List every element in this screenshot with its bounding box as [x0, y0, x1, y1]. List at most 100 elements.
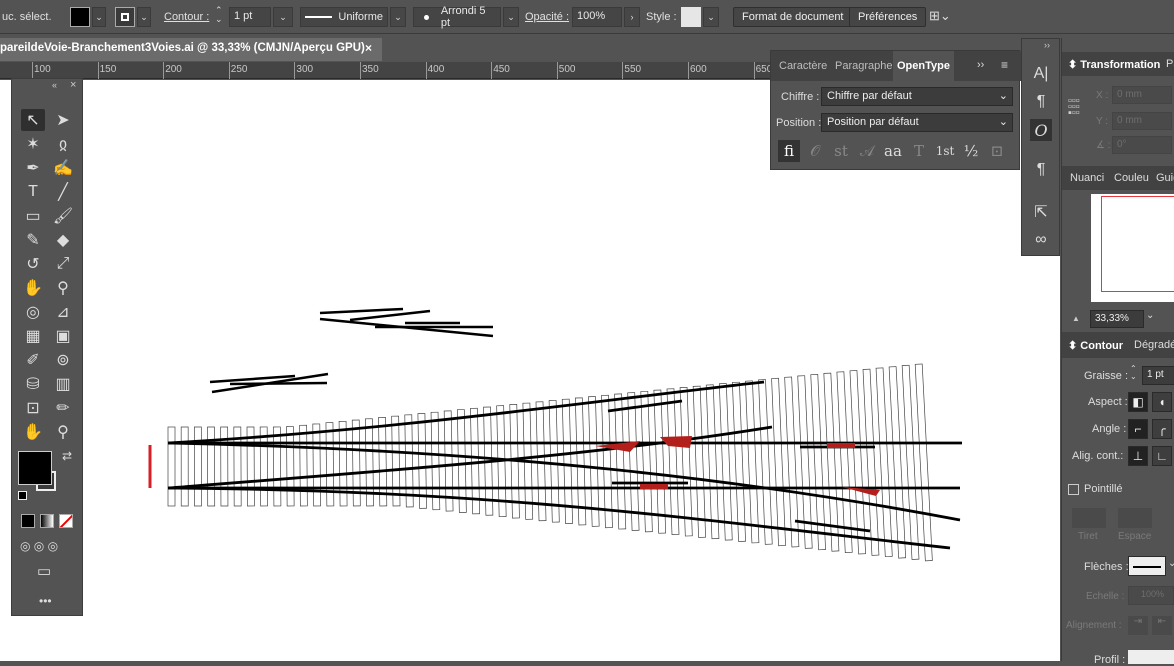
titling-glyph[interactable]: T [908, 140, 930, 162]
opacity-arrow[interactable]: › [624, 7, 640, 27]
export-icon[interactable]: ⇱ [1030, 201, 1052, 223]
stroke-weight-stepper[interactable]: ⌃ ⌄ [215, 6, 223, 24]
collapse-icon[interactable]: « [52, 80, 57, 90]
hand-tool-icon[interactable]: ✋ [21, 421, 45, 443]
color-mode-icon[interactable] [21, 514, 35, 528]
zoom-dropdown-icon[interactable]: ⌄ [1146, 310, 1154, 321]
gradient-mode-icon[interactable] [40, 514, 54, 528]
selection-tool-icon[interactable]: ↖ [21, 109, 45, 131]
style-dropdown[interactable]: ⌄ [703, 7, 719, 27]
ligature-glyph[interactable]: fi [778, 140, 800, 162]
blend-tool-icon[interactable]: ⊚ [51, 349, 75, 371]
x-field[interactable]: 0 mm [1112, 86, 1172, 104]
tab-opentype[interactable]: OpenType [893, 51, 954, 81]
symbol-sprayer-icon[interactable]: ⛁ [21, 373, 45, 395]
ordinal-glyph[interactable]: 1st [934, 140, 956, 162]
pen-tool-icon[interactable]: ✒ [21, 157, 45, 179]
stroke-weight-field[interactable]: 1 pt [229, 7, 271, 27]
links-icon[interactable]: ∞ [1030, 229, 1052, 251]
arrowhead-dropdown-icon[interactable]: ⌄ [1168, 558, 1174, 569]
position-select[interactable]: Position par défaut ⌄ [821, 113, 1013, 132]
chiffre-select[interactable]: Chiffre par défaut ⌄ [821, 87, 1013, 106]
close-tab-icon[interactable]: × [365, 41, 372, 55]
eraser-tool-icon[interactable]: ◆ [51, 229, 75, 251]
eyedropper-icon[interactable]: ✐ [21, 349, 45, 371]
shaper-tool-icon[interactable]: ✎ [21, 229, 45, 251]
type-tool-icon[interactable]: T [21, 181, 45, 203]
arrowhead-select[interactable] [1128, 556, 1166, 576]
warp-tool-icon[interactable]: ✋ [21, 277, 45, 299]
fraction-glyph[interactable]: ½ [960, 140, 982, 162]
preferences-button[interactable]: Préférences [849, 7, 927, 27]
tab-paragraphe[interactable]: Paragraphe [831, 51, 897, 81]
none-mode-icon[interactable] [59, 514, 73, 528]
direct-selection-tool-icon[interactable]: ➤ [51, 109, 75, 131]
paragraph-styles-icon[interactable]: ¶ [1030, 159, 1052, 181]
lasso-icon[interactable]: ჲ [51, 133, 75, 155]
artboard-tool-icon[interactable]: ⊡ [21, 397, 45, 419]
default-colors-icon[interactable] [18, 491, 27, 500]
tab-guides[interactable]: Guid [1156, 172, 1174, 184]
arrange-icon[interactable]: ⊞⌄ [929, 8, 951, 24]
gradient-tool-icon[interactable]: ▣ [51, 325, 75, 347]
navigator-thumbnail[interactable] [1091, 194, 1174, 302]
draw-normal-icon[interactable]: ◎ ◎ ◎ [20, 539, 58, 553]
paragraph-panel-icon[interactable]: ¶ [1030, 91, 1052, 113]
character-panel-icon[interactable]: A| [1030, 63, 1052, 85]
align-center-icon[interactable]: ⊥ [1128, 446, 1148, 466]
fill-swatch[interactable] [70, 7, 90, 27]
zoom-field[interactable]: 33,33% [1090, 310, 1144, 328]
rectangle-tool-icon[interactable]: ▭ [21, 205, 45, 227]
line-tool-icon[interactable]: ╱ [51, 181, 75, 203]
mesh-tool-icon[interactable]: ▦ [21, 325, 45, 347]
swash-glyph[interactable]: 𝒜 [856, 140, 878, 162]
reference-point-icon[interactable]: ▫▫▫ ▫▫▫ ▪▫▫ [1068, 96, 1080, 119]
tab-color[interactable]: Couleu [1114, 172, 1149, 184]
degrade-tab[interactable]: Dégradé [1134, 339, 1174, 351]
fill-dropdown[interactable]: ⌄ [92, 7, 106, 27]
curvature-tool-icon[interactable]: ✍ [51, 157, 75, 179]
fill-color-icon[interactable] [18, 451, 52, 485]
graph-tool-icon[interactable]: ▥ [51, 373, 75, 395]
document-format-button[interactable]: Format de document [733, 7, 853, 27]
more-tools-icon[interactable]: ••• [39, 594, 52, 608]
profile-select[interactable] [1128, 650, 1174, 664]
shape-builder-icon[interactable]: ◎ [21, 301, 45, 323]
pathfinder-tab[interactable]: Pa [1166, 58, 1174, 70]
screen-mode-icon[interactable]: ▭ [37, 562, 51, 580]
stroke-swatch[interactable] [115, 7, 135, 27]
opacity-label[interactable]: Opacité : [525, 11, 569, 23]
stroke-weight-dropdown[interactable]: ⌄ [273, 7, 293, 27]
layout-glyph[interactable]: ⊡ [986, 140, 1008, 162]
tab-caractere[interactable]: Caractère [775, 51, 831, 81]
contour-label[interactable]: Contour : [164, 11, 209, 23]
brush-field[interactable]: Arrondi 5 pt [413, 5, 501, 29]
graisse-stepper[interactable]: ⌃ ⌄ [1130, 365, 1137, 381]
rotate-tool-icon[interactable]: ↺ [21, 253, 45, 275]
close-panel-icon[interactable]: × [70, 79, 76, 91]
opentype-panel-icon[interactable]: O [1030, 119, 1052, 141]
pointille-checkbox[interactable] [1068, 484, 1079, 495]
scale-tool-icon[interactable]: ⤢ [51, 253, 75, 275]
zoom-out-icon[interactable]: ▲ [1072, 314, 1080, 323]
document-tab[interactable]: pareildeVoie-Branchement3Voies.ai @ 33,3… [0, 38, 382, 61]
round-join-icon[interactable]: ╭ [1152, 419, 1172, 439]
stroke-profile-field[interactable]: Uniforme [300, 7, 388, 27]
swap-colors-icon[interactable]: ⇄ [62, 449, 72, 463]
expand-strip-icon[interactable]: ›› [1044, 40, 1050, 50]
slice-tool-icon[interactable]: ✏ [51, 397, 75, 419]
brush-dropdown[interactable]: ⌄ [503, 7, 519, 27]
stylistic-glyph[interactable]: aa [882, 140, 904, 162]
magic-wand-icon[interactable]: ✶ [21, 133, 45, 155]
brush-tool-icon[interactable]: 🖌 [51, 205, 75, 227]
opacity-field[interactable]: 100% [572, 7, 622, 27]
puppet-warp-icon[interactable]: ⚲ [51, 277, 75, 299]
stroke-profile-dropdown[interactable]: ⌄ [390, 7, 406, 27]
round-cap-icon[interactable]: ◖ [1152, 392, 1172, 412]
expand-panel-icon[interactable]: ›› [977, 59, 984, 71]
miter-join-icon[interactable]: ⌐ [1128, 419, 1148, 439]
zoom-tool-icon[interactable]: ⚲ [51, 421, 75, 443]
stroke-dropdown[interactable]: ⌄ [137, 7, 151, 27]
transformation-tab[interactable]: ⬍ Transformation [1068, 58, 1160, 71]
panel-menu-icon[interactable]: ≡ [1001, 58, 1008, 72]
